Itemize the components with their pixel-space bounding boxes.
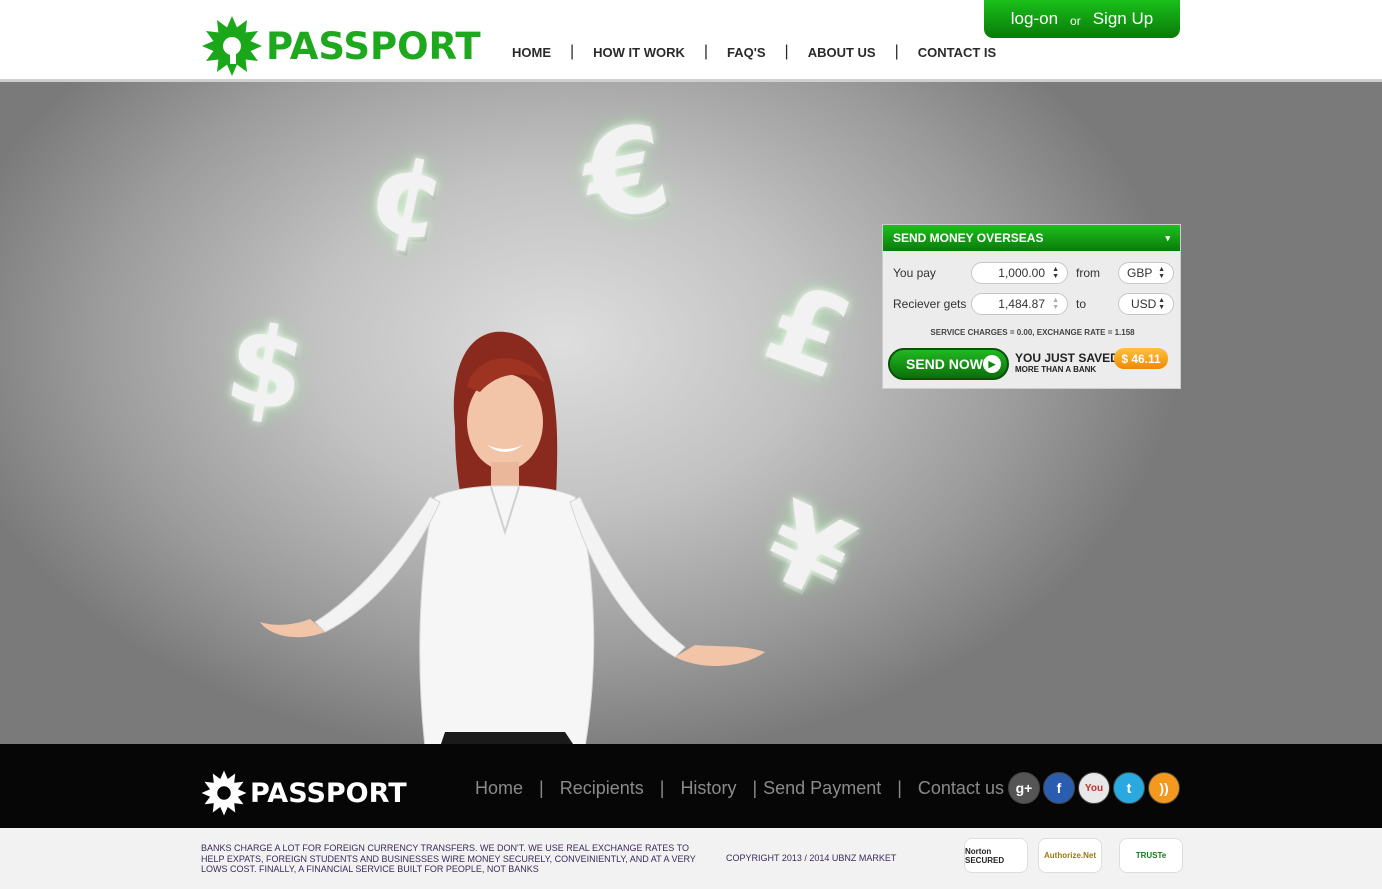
nav-faqs[interactable]: FAQ'S [727,45,766,60]
gets-label: Reciever gets [893,297,967,311]
stepper-arrows-icon[interactable]: ▲ ▼ [1052,297,1059,311]
saved-line1: YOU JUST SAVED [1015,351,1119,365]
logo-text: PASSPORT [266,24,481,68]
service-charges-note: SERVICE CHARGES = 0.00, EXCHANGE RATE = … [930,328,1135,337]
nav-separator: | [894,43,899,60]
from-currency-value: GBP [1127,266,1153,280]
pay-amount-input[interactable]: 1,000.00 ▲ ▼ [971,262,1068,284]
select-arrows-icon: ▲ ▼ [1158,297,1165,311]
to-currency-value: USD [1131,297,1157,311]
gets-amount-input[interactable]: 1,484.87 ▲ ▼ [971,293,1068,315]
rss-icon[interactable]: )) [1148,772,1180,804]
site-header: PASSPORT HOME | HOW IT WORK | FAQ'S | AB… [0,0,1382,82]
footer-nav-recipients[interactable]: Recipients [560,778,644,799]
nav-separator: | [570,43,575,60]
logo[interactable]: PASSPORT [200,14,481,78]
footer-nav-separator: | [659,778,665,798]
from-label: from [1076,266,1100,280]
gets-amount-value: 1,484.87 [998,297,1045,311]
copyright-text: COPYRIGHT 2013 / 2014 UBNZ MARKET [726,853,897,863]
send-now-button[interactable]: SEND NOW ▶ [888,348,1009,380]
select-arrows-icon: ▲ ▼ [1158,266,1165,280]
footer-nav: Home | Recipients | History | Send Payme… [475,778,1004,799]
passport-logo-icon [201,770,247,816]
send-money-widget: SEND MONEY OVERSEAS ▾ You pay 1,000.00 ▲… [882,224,1181,389]
to-currency-select[interactable]: USD ▲ ▼ [1118,293,1174,315]
widget-header[interactable]: SEND MONEY OVERSEAS ▾ [883,225,1180,251]
hero-banner: ¢ € $ £ ¥ SEND MONEY OVERSEAS ▾ You pay [0,82,1382,744]
nav-how-it-work[interactable]: HOW IT WORK [593,45,685,60]
legal-strip: BANKS CHARGE A LOT FOR FOREIGN CURRENCY … [0,828,1382,889]
woman-illustration [260,331,765,744]
footer-nav-separator: | [897,778,902,798]
footer-nav-send-payment[interactable]: Send Payment [763,778,881,799]
gets-row: Reciever gets 1,484.87 ▲ ▼ to USD ▲ ▼ [893,293,1174,315]
google-plus-icon[interactable]: g+ [1008,772,1040,804]
site-footer: PASSPORT Home | Recipients | History | S… [0,744,1382,828]
footer-nav-history[interactable]: History [680,778,736,799]
footer-nav-separator: | [752,778,758,798]
nav-contact[interactable]: CONTACT IS [918,45,996,60]
norton-seal[interactable]: Norton SECURED [964,838,1028,873]
authorize-net-seal[interactable]: Authorize.Net [1038,838,1102,873]
footer-nav-separator: | [539,778,544,798]
saved-amount-badge: $ 46.11 [1114,348,1168,369]
nav-separator: | [703,43,709,60]
main-nav: HOME | HOW IT WORK | FAQ'S | ABOUT US | … [512,43,996,61]
stepper-arrows-icon[interactable]: ▲ ▼ [1052,266,1059,280]
nav-about-us[interactable]: ABOUT US [808,45,876,60]
passport-logo-icon [202,16,262,76]
widget-title: SEND MONEY OVERSEAS [893,231,1044,245]
signup-link[interactable]: Sign Up [1093,9,1153,29]
youtube-icon[interactable]: You [1078,772,1110,804]
nav-home[interactable]: HOME [512,45,551,60]
facebook-icon[interactable]: f [1043,772,1075,804]
from-currency-select[interactable]: GBP ▲ ▼ [1118,262,1174,284]
pay-label: You pay [893,266,936,280]
social-links: g+ f You t )) [1008,772,1180,804]
auth-panel: log-on or Sign Up [984,0,1180,38]
send-now-label: SEND NOW [906,356,983,372]
savings-text: YOU JUST SAVED MORE THAN A BANK [1015,351,1119,374]
saved-line2: MORE THAN A BANK [1015,365,1097,374]
nav-separator: | [784,43,789,60]
play-arrow-icon: ▶ [983,355,1001,373]
to-label: to [1076,297,1087,311]
truste-seal[interactable]: TRUSTe [1119,838,1183,873]
footer-nav-contact[interactable]: Contact us [918,778,1004,799]
disclaimer-text: BANKS CHARGE A LOT FOR FOREIGN CURRENCY … [201,843,696,874]
chevron-down-icon[interactable]: ▾ [1165,233,1170,245]
auth-or-text: or [1070,13,1081,28]
cent-symbol: ¢ [357,125,460,267]
footer-logo[interactable]: PASSPORT [200,769,407,817]
twitter-icon[interactable]: t [1113,772,1145,804]
footer-logo-text: PASSPORT [250,777,407,809]
login-link[interactable]: log-on [1011,9,1058,29]
footer-nav-home[interactable]: Home [475,778,523,799]
pay-row: You pay 1,000.00 ▲ ▼ from GBP ▲ ▼ [893,262,1174,284]
pay-amount-value: 1,000.00 [998,266,1045,280]
euro-symbol: € [571,96,681,250]
